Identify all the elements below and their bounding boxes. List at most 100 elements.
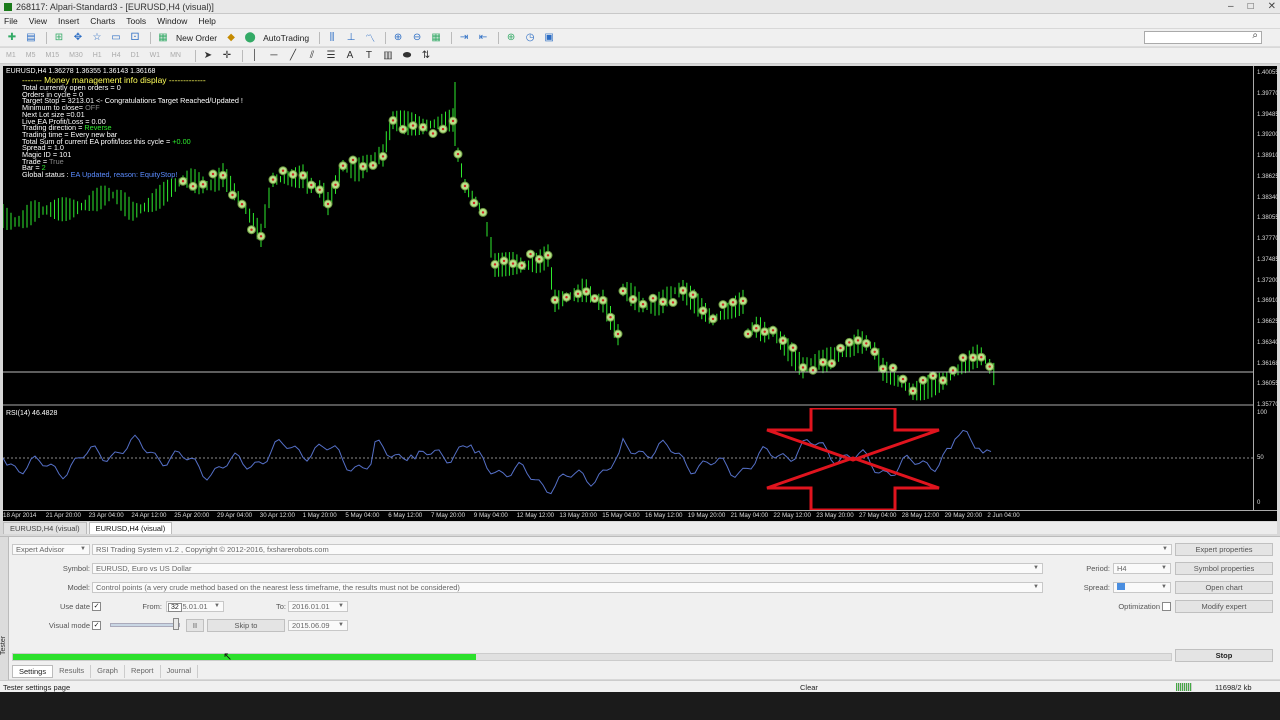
menu-tools[interactable]: Tools — [126, 16, 146, 26]
label-icon[interactable]: T — [361, 49, 377, 63]
metaeditor-icon[interactable]: ◆ — [223, 31, 239, 45]
periods-icon[interactable]: ◷ — [522, 31, 538, 45]
new-order-icon[interactable]: ▦ — [155, 31, 171, 45]
visual-mode-checkbox[interactable]: ✓ — [92, 621, 101, 630]
bar-chart-icon[interactable]: ⫼ — [324, 31, 340, 45]
trade-marker-dot — [281, 169, 285, 172]
expert-select[interactable]: RSI Trading System v1.2 , Copyright © 20… — [92, 544, 1172, 555]
channel-icon[interactable]: ⫽ — [304, 49, 320, 63]
zoom-in-icon[interactable]: ⊕ — [390, 31, 406, 45]
symbol-header: EURUSD,H4 1.36278 1.36355 1.36143 1.3616… — [6, 68, 156, 75]
trade-marker-dot — [856, 339, 860, 342]
trade-marker-dot — [250, 228, 253, 231]
horizontal-line-icon[interactable]: ─ — [266, 49, 282, 63]
tf-m30[interactable]: M30 — [69, 52, 83, 59]
pause-button[interactable]: II — [186, 619, 204, 632]
crosshair-icon[interactable]: ✛ — [219, 49, 235, 63]
search-icon[interactable]: ⌕ — [1252, 30, 1258, 41]
trade-marker-dot — [351, 158, 355, 162]
candle-chart-icon[interactable]: ⊥ — [343, 31, 359, 45]
tab-journal[interactable]: Journal — [161, 665, 199, 678]
modify-expert-button[interactable]: Modify expert — [1175, 600, 1273, 613]
speed-slider-handle[interactable] — [173, 618, 179, 630]
tf-m15[interactable]: M15 — [45, 52, 59, 59]
trendline-icon[interactable]: ╱ — [285, 49, 301, 63]
new-chart-icon[interactable]: ✚ — [4, 31, 20, 45]
period-select[interactable]: H4 ▼ — [1113, 563, 1171, 574]
menu-window[interactable]: Window — [157, 16, 187, 26]
trade-marker-dot — [310, 183, 313, 187]
expert-properties-button[interactable]: Expert properties — [1175, 543, 1273, 556]
tester-type-select[interactable]: Expert Advisor ▼ — [12, 544, 90, 555]
ellipse-icon[interactable]: ⬬ — [399, 49, 415, 63]
time-tick-label: 19 May 20:00 — [687, 512, 726, 519]
zoom-out-icon[interactable]: ⊖ — [409, 31, 425, 45]
optimization-checkbox[interactable] — [1162, 602, 1171, 611]
auto-scroll-icon[interactable]: ⇤ — [475, 31, 491, 45]
market-watch-icon[interactable]: ⊞ — [51, 31, 67, 45]
info-text: <- Congratulations Target Reached/Update… — [94, 96, 243, 106]
symbol-select[interactable]: EURUSD, Euro vs US Dollar ▼ — [92, 563, 1043, 574]
chart-shift-icon[interactable]: ⇥ — [456, 31, 472, 45]
menu-insert[interactable]: Insert — [58, 16, 79, 26]
minimize-icon[interactable]: – — [1228, 1, 1234, 12]
time-tick-label: 29 Apr 04:00 — [217, 512, 253, 519]
rsi-axis: 100 50 0 — [1253, 408, 1277, 510]
navigator-icon[interactable]: ☆ — [89, 31, 105, 45]
profiles-icon[interactable]: ▤ — [23, 31, 39, 45]
chart-window[interactable]: 1.40055 1.39770 1.39485 1.39200 1.38910 1.386… — [3, 66, 1279, 521]
to-date-field[interactable]: 2016.01.01 ▼ — [288, 601, 348, 612]
trade-marker-dot — [731, 301, 735, 304]
to-label: To: — [275, 602, 286, 611]
tab-report[interactable]: Report — [125, 665, 161, 678]
speed-slider-track[interactable] — [110, 623, 180, 627]
menu-charts[interactable]: Charts — [90, 16, 115, 26]
rsi-chart[interactable] — [3, 408, 1253, 510]
time-tick-label: 23 Apr 04:00 — [88, 512, 124, 519]
new-order-button[interactable]: New Order — [176, 33, 217, 43]
use-date-checkbox[interactable]: ✓ — [92, 602, 101, 611]
symbol-properties-button[interactable]: Symbol properties — [1175, 562, 1273, 575]
open-chart-button[interactable]: Open chart — [1175, 581, 1273, 594]
tf-m5[interactable]: M5 — [26, 52, 36, 59]
fibo-icon[interactable]: ☰ — [323, 49, 339, 63]
close-icon[interactable]: ✕ — [1268, 1, 1276, 12]
chart-tab[interactable]: EURUSD,H4 (visual) — [3, 522, 87, 534]
tf-m1[interactable]: M1 — [6, 52, 16, 59]
templates-icon[interactable]: ▣ — [541, 31, 557, 45]
tile-windows-icon[interactable]: ▦ — [428, 31, 444, 45]
data-window-icon[interactable]: ✥ — [70, 31, 86, 45]
indicators-icon[interactable]: ⊕ — [503, 31, 519, 45]
tf-h4[interactable]: H4 — [112, 52, 121, 59]
trade-marker-dot — [941, 379, 945, 382]
tab-graph[interactable]: Graph — [91, 665, 125, 678]
tab-settings[interactable]: Settings — [12, 665, 54, 678]
skip-to-date-field[interactable]: 2015.06.09 ▼ — [288, 620, 348, 631]
period-value: H4 — [1117, 564, 1127, 573]
tf-mn[interactable]: MN — [170, 52, 181, 59]
tf-h1[interactable]: H1 — [93, 52, 102, 59]
tf-w1[interactable]: W1 — [150, 52, 161, 59]
stop-button[interactable]: Stop — [1175, 649, 1273, 662]
tf-d1[interactable]: D1 — [131, 52, 140, 59]
menu-file[interactable]: File — [4, 16, 18, 26]
vertical-line-icon[interactable]: │ — [247, 49, 263, 63]
cursor-icon[interactable]: ➤ — [200, 49, 216, 63]
text-icon[interactable]: A — [342, 49, 358, 63]
menu-view[interactable]: View — [29, 16, 47, 26]
search-input[interactable] — [1144, 31, 1262, 44]
arrows-icon[interactable]: ⇅ — [418, 49, 434, 63]
strategy-tester-icon[interactable]: ⚀ — [127, 31, 143, 45]
menu-help[interactable]: Help — [198, 16, 215, 26]
auto-trading-button[interactable]: AutoTrading — [263, 33, 309, 43]
skip-to-button[interactable]: Skip to — [207, 619, 285, 632]
model-select[interactable]: Control points (a very crude method base… — [92, 582, 1043, 593]
gann-icon[interactable]: ▥ — [380, 49, 396, 63]
maximize-icon[interactable]: □ — [1248, 1, 1254, 12]
chart-tab-active[interactable]: EURUSD,H4 (visual) — [88, 522, 173, 534]
terminal-icon[interactable]: ▭ — [108, 31, 124, 45]
tab-results[interactable]: Results — [53, 665, 92, 678]
spread-select[interactable]: ▼ — [1113, 582, 1171, 593]
auto-trading-icon[interactable]: ⬤ — [242, 31, 258, 45]
line-chart-icon[interactable]: 〽 — [362, 31, 378, 45]
